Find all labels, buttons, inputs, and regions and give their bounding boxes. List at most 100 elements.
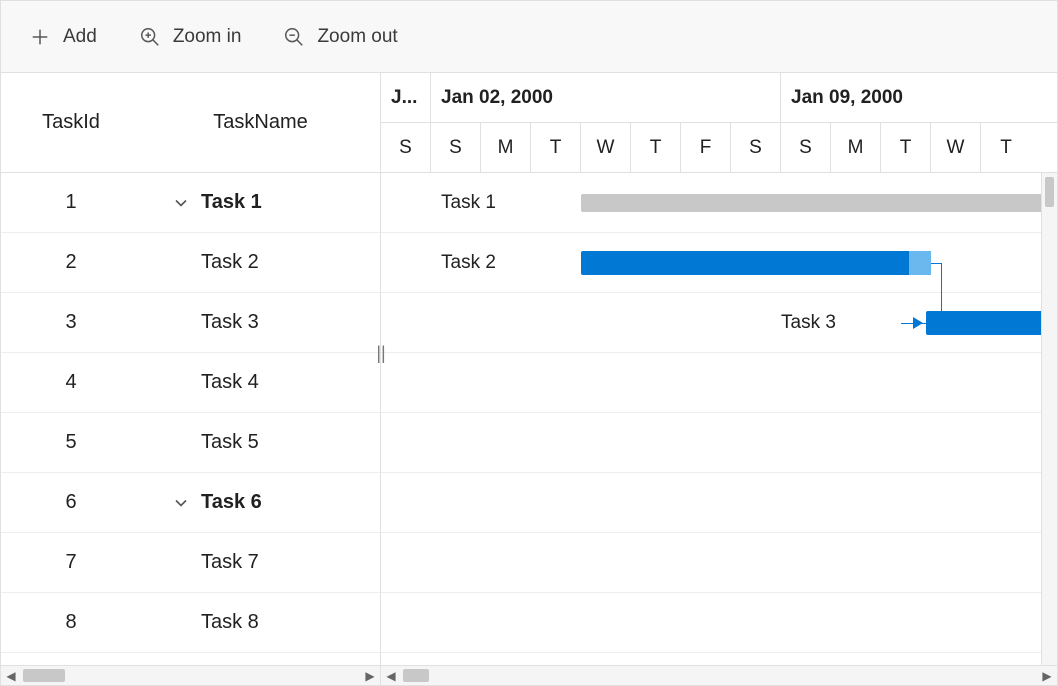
scrollbar-thumb[interactable] [23, 669, 65, 682]
week-label: Jan 09, 2000 [781, 73, 1041, 122]
scroll-left-icon[interactable]: ◀ [381, 666, 401, 685]
toolbar: Add Zoom in Zoom out [1, 1, 1057, 73]
cell-id: 4 [1, 371, 141, 394]
cell-name: Task 3 [141, 311, 380, 334]
chevron-down-icon[interactable] [171, 493, 191, 513]
day-label: F [681, 123, 731, 172]
scroll-right-icon[interactable]: ▶ [1037, 666, 1057, 685]
bar-label: Task 2 [441, 252, 496, 274]
chart-row [381, 593, 1057, 653]
zoom-in-button[interactable]: Zoom in [131, 20, 250, 54]
day-label: W [931, 123, 981, 172]
table-row[interactable]: 6 Task 6 [1, 473, 380, 533]
scroll-left-icon[interactable]: ◀ [1, 666, 21, 685]
chart-row: Task 1 [381, 173, 1057, 233]
scroll-right-icon[interactable]: ▶ [360, 666, 380, 685]
day-label: T [981, 123, 1031, 172]
task-name: Task 8 [201, 611, 259, 634]
day-label: W [581, 123, 631, 172]
chart-row [381, 473, 1057, 533]
cell-id: 8 [1, 611, 141, 634]
cell-id: 1 [1, 191, 141, 214]
table-row[interactable]: 8 Task 8 [1, 593, 380, 653]
day-label: S [431, 123, 481, 172]
cell-name: Task 7 [141, 551, 380, 574]
chevron-down-icon[interactable] [171, 193, 191, 213]
cell-name: Task 5 [141, 431, 380, 454]
chart-horizontal-scrollbar[interactable]: ◀ ▶ [381, 665, 1057, 685]
dependency-line [931, 263, 941, 264]
add-button[interactable]: Add [21, 20, 105, 54]
chart-row [381, 413, 1057, 473]
task-name: Task 3 [201, 311, 259, 334]
cell-id: 3 [1, 311, 141, 334]
day-label: M [831, 123, 881, 172]
plus-icon [29, 26, 51, 48]
content-area: TaskId TaskName 1 Task 1 2 Task 2 [1, 73, 1057, 685]
task-name: Task 6 [201, 491, 262, 514]
chart-row [381, 353, 1057, 413]
chart-pane: J... Jan 02, 2000 Jan 09, 2000 S S M T W… [381, 73, 1057, 685]
scrollbar-thumb[interactable] [403, 669, 429, 682]
zoom-out-label: Zoom out [317, 26, 397, 48]
cell-name: Task 2 [141, 251, 380, 274]
day-label: T [631, 123, 681, 172]
chart-vertical-scrollbar[interactable] [1041, 173, 1057, 665]
chart-row [381, 533, 1057, 593]
cell-id: 5 [1, 431, 141, 454]
cell-id: 7 [1, 551, 141, 574]
day-label: S [731, 123, 781, 172]
dependency-arrow-icon [913, 317, 923, 329]
progress-indicator [909, 251, 931, 275]
bar-label: Task 1 [441, 192, 496, 214]
splitter-handle[interactable]: || [373, 333, 389, 373]
column-header-name[interactable]: TaskName [141, 111, 380, 134]
zoom-in-label: Zoom in [173, 26, 242, 48]
task-bar[interactable] [926, 311, 1057, 335]
zoom-in-icon [139, 26, 161, 48]
task-name: Task 7 [201, 551, 259, 574]
chart-body: Task 1 Task 2 Task 3 [381, 173, 1057, 665]
bar-label: Task 3 [781, 312, 836, 334]
cell-name: Task 6 [141, 491, 380, 514]
zoom-out-icon [283, 26, 305, 48]
chart-row: Task 2 [381, 233, 1057, 293]
timeline-header: J... Jan 02, 2000 Jan 09, 2000 S S M T W… [381, 73, 1057, 173]
day-row: S S M T W T F S S M T W T [381, 122, 1057, 172]
table-row[interactable]: 7 Task 7 [1, 533, 380, 593]
dependency-line [941, 263, 942, 323]
cell-id: 2 [1, 251, 141, 274]
week-label: J... [381, 73, 431, 122]
column-header-id[interactable]: TaskId [1, 111, 141, 134]
cell-name: Task 8 [141, 611, 380, 634]
grid-body: 1 Task 1 2 Task 2 3 [1, 173, 380, 665]
add-label: Add [63, 26, 97, 48]
gantt-container: Add Zoom in Zoom out TaskId TaskName 1 [0, 0, 1058, 686]
day-label: T [881, 123, 931, 172]
scrollbar-thumb[interactable] [1045, 177, 1054, 207]
task-name: Task 5 [201, 431, 259, 454]
summary-bar[interactable] [581, 194, 1057, 212]
task-bar[interactable] [581, 251, 931, 275]
task-name: Task 4 [201, 371, 259, 394]
day-label: S [381, 123, 431, 172]
table-row[interactable]: 2 Task 2 [1, 233, 380, 293]
cell-id: 6 [1, 491, 141, 514]
table-row[interactable]: 4 Task 4 [1, 353, 380, 413]
cell-name: Task 4 [141, 371, 380, 394]
task-name: Task 2 [201, 251, 259, 274]
task-name: Task 1 [201, 191, 262, 214]
grid-header: TaskId TaskName [1, 73, 380, 173]
week-label: Jan 02, 2000 [431, 73, 781, 122]
day-label: S [781, 123, 831, 172]
table-row[interactable]: 5 Task 5 [1, 413, 380, 473]
zoom-out-button[interactable]: Zoom out [275, 20, 405, 54]
table-row[interactable]: 3 Task 3 [1, 293, 380, 353]
grid-horizontal-scrollbar[interactable]: ◀ ▶ [1, 665, 380, 685]
cell-name: Task 1 [141, 191, 380, 214]
day-label: M [481, 123, 531, 172]
table-row[interactable]: 1 Task 1 [1, 173, 380, 233]
day-label: T [531, 123, 581, 172]
chart-row: Task 3 [381, 293, 1057, 353]
task-grid-pane: TaskId TaskName 1 Task 1 2 Task 2 [1, 73, 381, 685]
